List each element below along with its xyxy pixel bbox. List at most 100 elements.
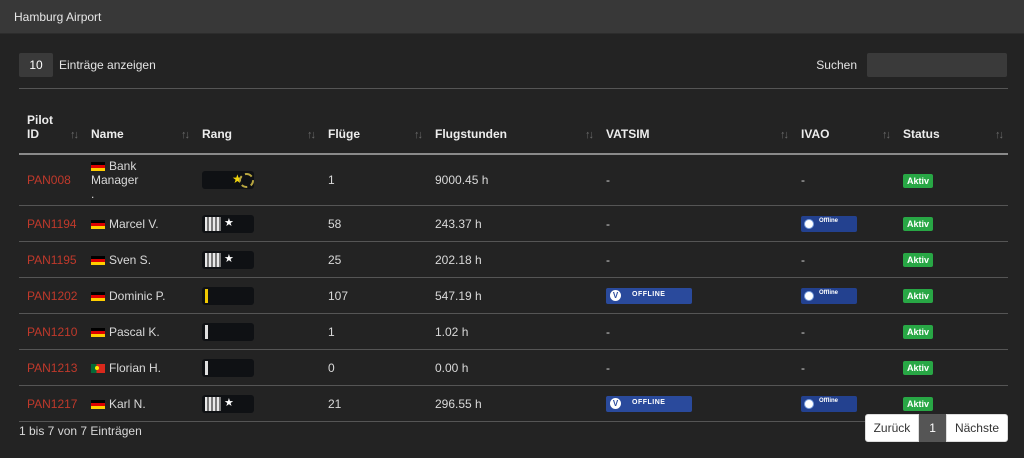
pagination: Zurück 1 Nächste <box>864 414 1008 442</box>
sort-arrows-icon[interactable]: ↑↓ <box>995 129 1004 141</box>
ivao-value: - <box>801 173 805 187</box>
pilot-id-link[interactable]: PAN1202 <box>19 277 83 314</box>
flights-cell: 1 <box>320 154 427 206</box>
table-row: PAN1210 Pascal K. 1 1.02 h - - Aktiv <box>19 313 1008 350</box>
rank-cell <box>194 349 320 386</box>
sort-arrows-icon[interactable]: ↑↓ <box>414 129 423 141</box>
ivao-logo-icon <box>804 398 814 409</box>
sort-arrows-icon[interactable]: ↑↓ <box>585 129 594 141</box>
ivao-cell: Offline <box>793 205 895 242</box>
table-row: PAN1213 Florian H. 0 0.00 h - - Aktiv <box>19 349 1008 386</box>
rank-stripes <box>205 396 221 411</box>
pilot-id-link[interactable]: PAN1195 <box>19 241 83 278</box>
column-header-name[interactable]: Name ↑↓ <box>83 88 194 155</box>
vatsim-cell: - <box>598 313 793 350</box>
flights-cell: 107 <box>320 277 427 314</box>
table-body: PAN008 Bank Manager. ★ 1 9000.45 h - - Aktiv PAN… <box>19 154 1008 422</box>
ivao-status-badge[interactable]: Offline <box>801 395 857 412</box>
table-row: PAN008 Bank Manager. ★ 1 9000.45 h - - Aktiv <box>19 154 1008 206</box>
column-header-hours[interactable]: Flugstunden ↑↓ <box>427 88 598 155</box>
vatsim-status-badge[interactable]: V OFFLINE <box>606 287 692 304</box>
sort-arrows-icon[interactable]: ↑↓ <box>780 129 789 141</box>
ivao-cell: Offline <box>793 277 895 314</box>
status-badge: Aktiv <box>903 361 934 375</box>
pilot-id-link[interactable]: PAN1194 <box>19 205 83 242</box>
flag-germany-icon <box>91 327 105 337</box>
next-page-button[interactable]: Nächste <box>945 414 1008 442</box>
previous-page-button[interactable]: Zurück <box>864 414 920 442</box>
sort-arrows-icon[interactable]: ↑↓ <box>181 129 190 141</box>
sort-arrows-icon[interactable]: ↑↓ <box>882 129 891 141</box>
flag-portugal-icon <box>91 363 105 373</box>
pilot-name: Marcel V. <box>83 205 194 242</box>
table-row: PAN1194 Marcel V. ★ 58 243.37 h - Offline Aktiv <box>19 205 1008 242</box>
rank-cell <box>194 277 320 314</box>
rank-cell <box>194 313 320 350</box>
vatsim-value: - <box>606 252 610 267</box>
rank-insignia: ★ <box>202 250 254 269</box>
star-icon: ★ <box>224 216 234 229</box>
rank-bar <box>205 360 208 375</box>
table-row: PAN1217 Karl N. ★ 21 296.55 h V OFFLINE Offline… <box>19 385 1008 422</box>
vatsim-cell: V OFFLINE <box>598 277 793 314</box>
vatsim-logo-icon: V <box>610 289 621 301</box>
flag-germany-icon <box>91 399 105 409</box>
ivao-status-badge[interactable]: Offline <box>801 287 857 304</box>
vatsim-status-badge[interactable]: V OFFLINE <box>606 395 692 412</box>
pilot-id-link[interactable]: PAN008 <box>19 154 83 206</box>
column-header-pilot-id[interactable]: Pilot ID ↑↓ <box>19 88 83 155</box>
vatsim-logo-icon: V <box>610 397 621 409</box>
rank-insignia <box>202 358 254 377</box>
pilot-name: Karl N. <box>83 385 194 422</box>
pilot-name: Bank Manager. <box>83 154 194 206</box>
flights-cell: 1 <box>320 313 427 350</box>
hours-cell: 243.37 h <box>427 205 598 242</box>
ivao-value: - <box>801 324 805 339</box>
status-cell: Aktiv <box>895 313 1008 350</box>
rank-bar <box>205 288 208 303</box>
ivao-cell: - <box>793 349 895 386</box>
rank-bar <box>205 324 208 339</box>
column-header-vatsim[interactable]: VATSIM ↑↓ <box>598 88 793 155</box>
column-header-rank[interactable]: Rang ↑↓ <box>194 88 320 155</box>
table-header: Pilot ID ↑↓ Name ↑↓ Rang ↑↓ Flüge ↑↓ Flugstun… <box>19 88 1008 155</box>
column-header-flights[interactable]: Flüge ↑↓ <box>320 88 427 155</box>
rank-insignia <box>202 322 254 341</box>
ivao-cell: - <box>793 313 895 350</box>
rank-insignia <box>202 286 254 305</box>
star-icon: ★ <box>224 396 234 409</box>
sort-arrows-icon[interactable]: ↑↓ <box>307 129 316 141</box>
status-badge: Aktiv <box>903 173 934 188</box>
hours-cell: 202.18 h <box>427 241 598 278</box>
pilot-id-link[interactable]: PAN1213 <box>19 349 83 386</box>
page-length-select[interactable]: 10 <box>19 53 53 77</box>
rank-cell: ★ <box>194 241 320 278</box>
vatsim-cell: - <box>598 241 793 278</box>
ivao-status-badge[interactable]: Offline <box>801 215 857 232</box>
star-icon: ★ <box>224 252 234 265</box>
ivao-cell: - <box>793 241 895 278</box>
pilot-id-link[interactable]: PAN1217 <box>19 385 83 422</box>
status-cell: Aktiv <box>895 349 1008 386</box>
ivao-cell: - <box>793 154 895 206</box>
ivao-logo-icon <box>804 218 814 229</box>
column-header-status[interactable]: Status ↑↓ <box>895 88 1008 155</box>
pilot-name: Dominic P. <box>83 277 194 314</box>
vatsim-cell: - <box>598 205 793 242</box>
column-header-ivao[interactable]: IVAO ↑↓ <box>793 88 895 155</box>
vatsim-cell: V OFFLINE <box>598 385 793 422</box>
pilot-id-link[interactable]: PAN1210 <box>19 313 83 350</box>
sort-arrows-icon[interactable]: ↑↓ <box>70 129 79 141</box>
flag-germany-icon <box>91 219 105 229</box>
ivao-logo-icon <box>804 290 814 301</box>
vatsim-value: - <box>606 324 610 339</box>
vatsim-cell: - <box>598 349 793 386</box>
table-info: 1 bis 7 von 7 Einträgen <box>19 424 142 438</box>
status-badge: Aktiv <box>903 217 934 231</box>
search-input[interactable] <box>867 53 1007 77</box>
page-1-button[interactable]: 1 <box>919 414 946 442</box>
table-row: PAN1202 Dominic P. 107 547.19 h V OFFLINE Offl… <box>19 277 1008 314</box>
panel-title: Hamburg Airport <box>14 9 102 24</box>
status-cell: Aktiv <box>895 205 1008 242</box>
rank-stripes <box>205 252 221 267</box>
